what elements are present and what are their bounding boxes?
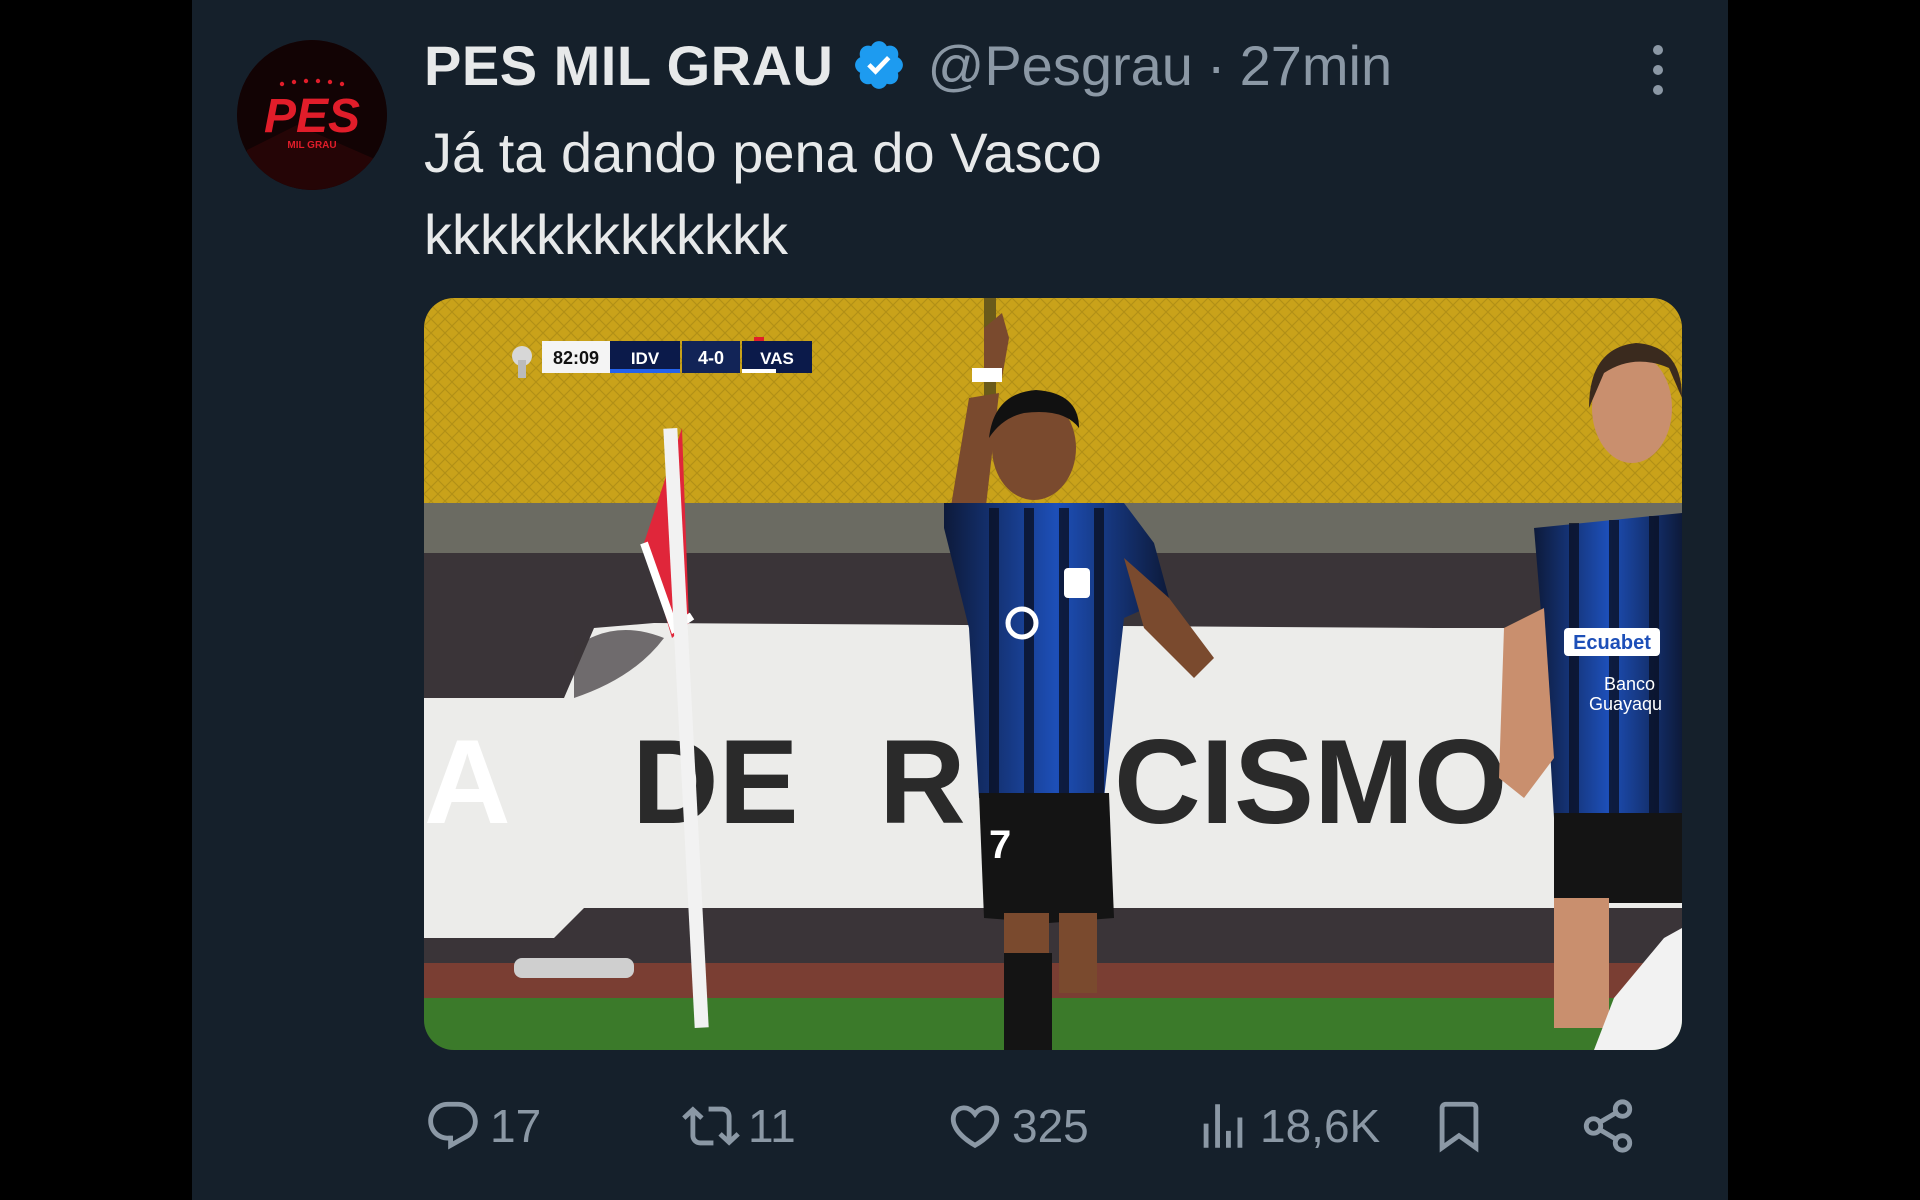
retweet-count: 11 — [748, 1100, 796, 1152]
scoreboard: 82:09 IDV 4-0 VAS — [512, 337, 812, 378]
sponsor-text-2a: Banco — [1604, 674, 1655, 694]
scoreboard-home: IDV — [631, 349, 660, 368]
sponsor-text-1: Ecuabet — [1573, 632, 1651, 654]
tweet-header: PES MIL GRAU @Pesgrau · 27min — [424, 28, 1392, 102]
verified-badge-icon — [851, 37, 907, 93]
tweet-text-line: Já ta dando pena do Vasco — [424, 121, 1102, 184]
logo-subtext: MIL GRAU — [287, 140, 336, 151]
pes-logo: PES MIL GRAU — [237, 40, 387, 190]
banner-text-de: DE — [632, 715, 799, 849]
avatar[interactable]: PES MIL GRAU — [237, 40, 387, 190]
tweet-text-line: kkkkkkkkkkkkk — [424, 203, 788, 266]
views-icon — [1203, 1104, 1243, 1148]
heart-icon — [950, 1105, 1000, 1149]
author-name[interactable]: PES MIL GRAU — [424, 33, 833, 98]
tweet-card[interactable]: PES MIL GRAU PES MIL GRAU @Pesgrau · 27m… — [192, 0, 1728, 1200]
views-count: 18,6K — [1260, 1100, 1381, 1152]
share-icon — [1583, 1099, 1633, 1153]
scoreboard-clock: 82:09 — [553, 348, 599, 368]
tweet-actions: 17 11 325 18,6K — [424, 1090, 1714, 1162]
reply-count: 17 — [490, 1100, 542, 1152]
share-button[interactable] — [1579, 1090, 1637, 1162]
reply-button[interactable]: 17 — [424, 1090, 541, 1162]
like-button[interactable]: 325 — [946, 1090, 1089, 1162]
banner-text-r: R — [879, 715, 966, 849]
tweet-media-image[interactable]: A DE R CISMO 7 Ecuabet Banco Guayaqu 82:… — [424, 298, 1682, 1050]
jersey-number: 7 — [989, 823, 1011, 867]
tweet-text: Já ta dando pena do Vasco kkkkkkkkkkkkk — [424, 112, 1624, 276]
views-button[interactable]: 18,6K — [1194, 1090, 1380, 1162]
banner-text-cismo: CISMO — [1114, 715, 1507, 849]
banner-text-left: A — [424, 715, 511, 849]
logo-text: PES — [264, 90, 360, 143]
scoreboard-away: VAS — [760, 349, 794, 368]
bookmark-button[interactable] — [1430, 1090, 1488, 1162]
retweet-button[interactable]: 11 — [682, 1090, 796, 1162]
like-count: 325 — [1012, 1100, 1089, 1152]
scoreboard-score: 4-0 — [698, 348, 724, 368]
timestamp[interactable]: 27min — [1240, 33, 1393, 98]
retweet-icon — [682, 1106, 740, 1146]
reply-icon — [428, 1101, 478, 1150]
author-handle[interactable]: @Pesgrau — [927, 33, 1192, 98]
separator-dot: · — [1206, 33, 1226, 97]
sponsor-text-2b: Guayaqu — [1589, 694, 1662, 714]
bookmark-icon — [1439, 1101, 1479, 1153]
more-options-icon[interactable] — [1648, 45, 1668, 95]
